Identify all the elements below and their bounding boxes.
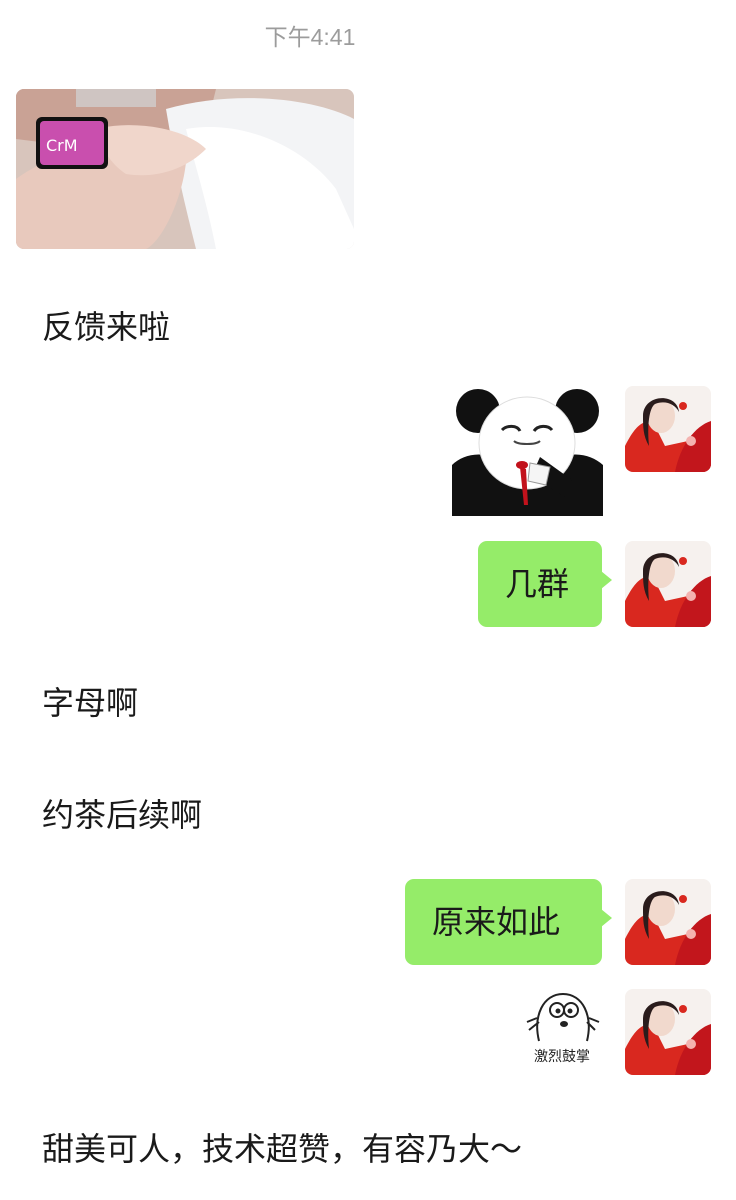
- incoming-message: 字母啊: [42, 684, 139, 722]
- my-avatar[interactable]: [625, 989, 711, 1075]
- outgoing-message-bubble[interactable]: 几群: [478, 541, 612, 627]
- photo-thumbnail-icon: CrM: [16, 89, 354, 249]
- chat-image-message[interactable]: CrM: [16, 89, 354, 249]
- my-avatar[interactable]: [625, 879, 711, 965]
- my-avatar[interactable]: [625, 541, 711, 627]
- outgoing-message-text: 原来如此: [432, 903, 561, 941]
- incoming-message: 约茶后续啊: [42, 796, 203, 834]
- panda-meme-sticker-icon[interactable]: [452, 385, 603, 516]
- my-avatar[interactable]: [625, 386, 711, 472]
- outgoing-message-bubble[interactable]: 原来如此: [405, 879, 612, 965]
- sticker-caption: 激烈鼓掌: [534, 1049, 590, 1065]
- outgoing-message-text: 几群: [505, 565, 570, 603]
- svg-text:CrM: CrM: [46, 136, 78, 155]
- message-timestamp: 下午4:41: [264, 24, 356, 50]
- incoming-message: 反馈来啦: [42, 308, 171, 346]
- incoming-message: 甜美可人，技术超赞，有容乃大～: [42, 1130, 523, 1168]
